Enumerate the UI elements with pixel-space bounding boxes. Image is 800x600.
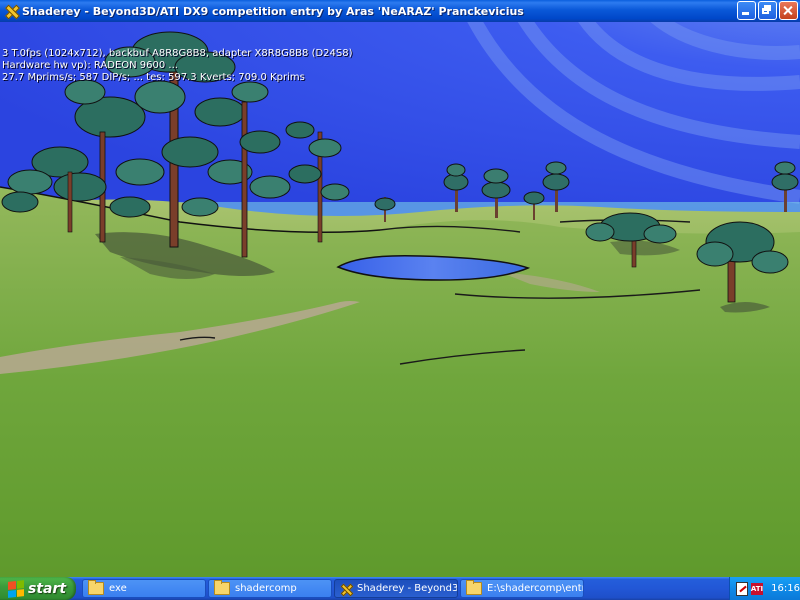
folder-icon <box>88 580 104 595</box>
taskbar: start exe shadercomp Shaderey - Beyond3.… <box>0 577 800 600</box>
scene-viewport[interactable]: 3 T.0fps (1024x712), backbuf A8R8G8B8, a… <box>0 22 800 577</box>
taskbar-item-label: exe <box>109 583 127 594</box>
title-bar[interactable]: Shaderey - Beyond3D/ATI DX9 competition … <box>0 0 800 22</box>
window-controls <box>737 1 798 20</box>
taskbar-item-exe[interactable]: exe <box>82 579 206 598</box>
taskbar-item-label: Shaderey - Beyond3... <box>357 583 457 594</box>
start-button[interactable]: start <box>0 577 76 600</box>
taskbar-item-label: shadercomp <box>235 583 297 594</box>
display-settings-icon[interactable] <box>736 581 748 596</box>
stats-line-device: Hardware hw vp): RADEON 9600 ... <box>2 60 178 71</box>
start-label: start <box>28 580 67 597</box>
system-tray: ATI 16:16 <box>729 577 800 600</box>
shaderey-app-icon[interactable] <box>4 4 18 18</box>
ati-icon[interactable]: ATI <box>750 582 764 595</box>
taskbar-item-entries-folder[interactable]: E:\shadercomp\entrie... <box>460 579 584 598</box>
terrain-scene <box>0 22 800 577</box>
clock[interactable]: 16:16 <box>771 583 800 594</box>
stats-line-throughput: 27.7 Mprims/s; 587 DIP/s; ... tes: 597.3… <box>2 72 305 83</box>
folder-icon <box>214 580 230 595</box>
close-button[interactable] <box>779 1 798 20</box>
taskbar-item-label: E:\shadercomp\entrie... <box>487 583 583 594</box>
shaderey-app-icon <box>340 583 352 595</box>
folder-icon <box>466 580 482 595</box>
minimize-button[interactable] <box>737 1 756 20</box>
taskbar-item-shadercomp[interactable]: shadercomp <box>208 579 332 598</box>
stats-line-resolution: 3 T.0fps (1024x712), backbuf A8R8G8B8, a… <box>2 48 353 59</box>
windows-logo-icon <box>8 579 24 598</box>
stats-overlay: 3 T.0fps (1024x712), backbuf A8R8G8B8, a… <box>2 48 353 84</box>
taskbar-item-shaderey[interactable]: Shaderey - Beyond3... <box>334 579 458 598</box>
window-title: Shaderey - Beyond3D/ATI DX9 competition … <box>22 4 524 18</box>
maximize-button[interactable] <box>758 1 777 20</box>
